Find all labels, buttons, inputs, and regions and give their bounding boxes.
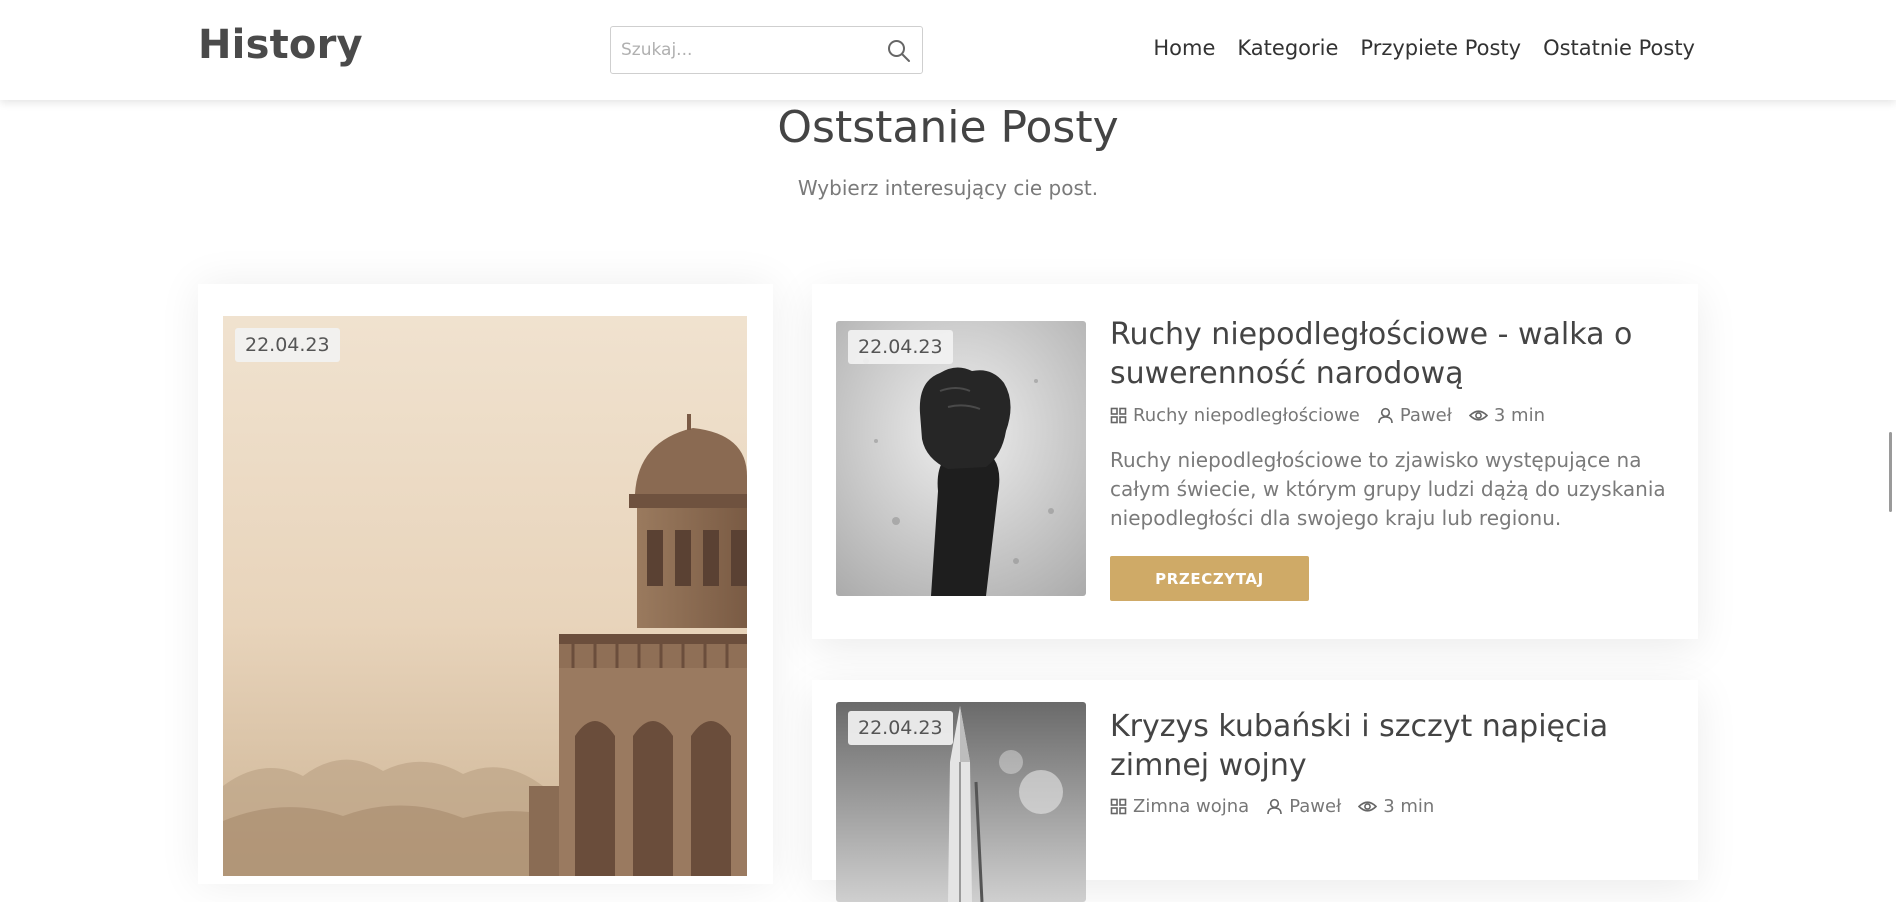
palace-photo	[223, 316, 747, 876]
post-thumbnail[interactable]: 22.04.23	[836, 702, 1086, 902]
post-read-time: 3 min	[1468, 405, 1545, 426]
category-label: Ruchy niepodległościowe	[1133, 405, 1360, 426]
post-author: Paweł	[1266, 796, 1341, 817]
post-meta: Ruchy niepodległościowe Paweł 3 min	[1110, 405, 1562, 426]
section-title: Oststanie Posty	[777, 102, 1119, 153]
category-label: Zimna wojna	[1133, 796, 1250, 817]
read-more-button[interactable]: PRZECZYTAJ	[1110, 556, 1309, 601]
user-icon	[1267, 798, 1283, 815]
nav-kategorie[interactable]: Kategorie	[1237, 36, 1338, 60]
user-icon	[1378, 407, 1393, 424]
date-badge: 22.04.23	[235, 328, 340, 362]
post-excerpt: Ruchy niepodległościowe to zjawisko wyst…	[1110, 448, 1666, 530]
post-title[interactable]: Ruchy niepodległościowe - walka o suwere…	[1110, 315, 1670, 393]
read-time-label: 3 min	[1383, 796, 1435, 817]
site-logo[interactable]: History	[198, 22, 363, 68]
nav-przypiete-posty[interactable]: Przypiete Posty	[1360, 36, 1521, 60]
author-label: Paweł	[1399, 405, 1452, 426]
search-box	[610, 26, 923, 74]
eye-icon	[1358, 801, 1378, 812]
read-time-label: 3 min	[1493, 405, 1545, 426]
post-card: 22.04.23 Kryzys kubański i szczyt napięc…	[812, 680, 1698, 902]
category-icon	[1110, 798, 1127, 815]
main-nav: Home Kategorie Przypiete Posty Ostatnie …	[1153, 36, 1695, 60]
post-meta: Zimna wojna Paweł 3 min	[1110, 796, 1451, 817]
eye-icon	[1468, 410, 1488, 421]
author-label: Paweł	[1289, 796, 1342, 817]
post-category[interactable]: Zimna wojna	[1110, 796, 1249, 817]
nav-home[interactable]: Home	[1153, 36, 1215, 60]
nav-ostatnie-posty[interactable]: Ostatnie Posty	[1543, 36, 1695, 60]
featured-post-image[interactable]: 22.04.23	[223, 316, 747, 876]
site-header: History Home Kategorie Przypiete Posty O…	[0, 0, 1896, 100]
section-subtitle: Wybierz interesujący cie post.	[797, 176, 1099, 200]
post-card: 22.04.23 Ruchy niepodległościowe - walka…	[812, 284, 1698, 639]
date-badge: 22.04.23	[848, 330, 953, 364]
category-icon	[1110, 407, 1127, 424]
featured-post-card: 22.04.23	[198, 284, 773, 884]
post-thumbnail[interactable]: 22.04.23	[836, 321, 1086, 596]
post-category[interactable]: Ruchy niepodległościowe	[1110, 405, 1360, 426]
post-author: Paweł	[1377, 405, 1452, 426]
search-input[interactable]	[611, 27, 871, 73]
search-icon[interactable]	[886, 38, 912, 64]
page-scrollbar[interactable]	[1889, 432, 1892, 512]
post-title[interactable]: Kryzys kubański i szczyt napięcia zimnej…	[1110, 707, 1670, 785]
date-badge: 22.04.23	[848, 711, 953, 745]
post-read-time: 3 min	[1358, 796, 1434, 817]
